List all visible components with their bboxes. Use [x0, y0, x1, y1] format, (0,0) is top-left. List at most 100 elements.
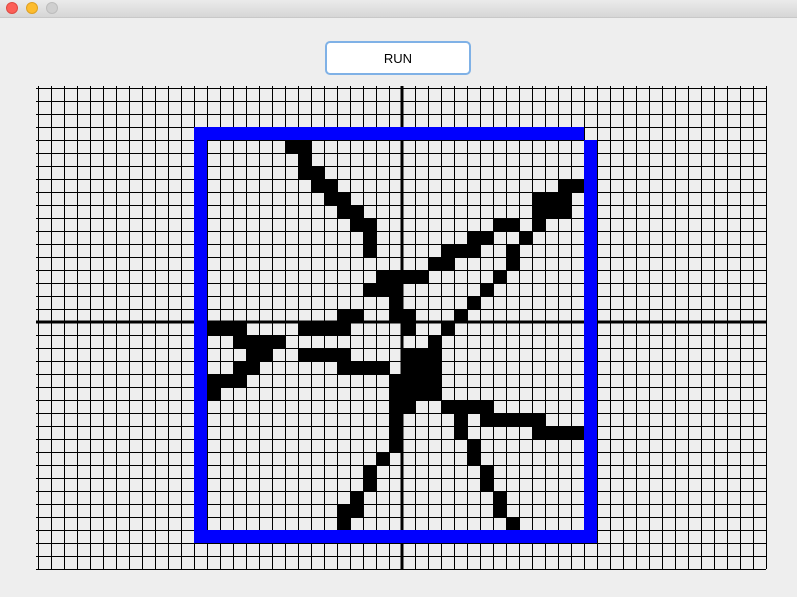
filled-cell — [532, 192, 545, 205]
filled-cell — [363, 465, 376, 478]
filled-cell — [389, 439, 402, 452]
minimize-window-icon[interactable] — [26, 2, 38, 14]
filled-cell — [402, 322, 415, 335]
filled-cell — [467, 400, 480, 413]
filled-cell — [376, 452, 389, 465]
filled-cell — [298, 153, 311, 166]
filled-cell — [259, 348, 272, 361]
filled-cell — [337, 348, 350, 361]
border-right — [584, 140, 597, 543]
filled-cell — [389, 387, 402, 400]
filled-cell — [493, 504, 506, 517]
filled-cell — [415, 348, 428, 361]
filled-cell — [220, 322, 233, 335]
filled-cell — [389, 296, 402, 309]
filled-cell — [337, 192, 350, 205]
filled-cell — [519, 231, 532, 244]
filled-cell — [233, 322, 246, 335]
filled-cell — [389, 400, 402, 413]
filled-cell — [285, 140, 298, 153]
filled-cell — [246, 348, 259, 361]
filled-cell — [337, 361, 350, 374]
filled-cell — [493, 491, 506, 504]
maximize-window-icon[interactable] — [46, 2, 58, 14]
filled-cell — [350, 504, 363, 517]
filled-cell — [441, 322, 454, 335]
filled-cell — [532, 205, 545, 218]
filled-cell — [545, 426, 558, 439]
filled-cell — [558, 426, 571, 439]
filled-cell — [337, 205, 350, 218]
filled-cell — [324, 322, 337, 335]
filled-cell — [337, 309, 350, 322]
filled-cell — [467, 296, 480, 309]
filled-cell — [415, 361, 428, 374]
filled-cell — [311, 348, 324, 361]
filled-cell — [246, 361, 259, 374]
filled-cell — [545, 192, 558, 205]
filled-cell — [506, 218, 519, 231]
filled-cell — [428, 374, 441, 387]
filled-cell — [389, 413, 402, 426]
filled-cell — [480, 478, 493, 491]
filled-cell — [415, 374, 428, 387]
filled-cell — [480, 413, 493, 426]
filled-cell — [441, 244, 454, 257]
filled-cell — [467, 452, 480, 465]
filled-cell — [389, 426, 402, 439]
filled-cell — [480, 400, 493, 413]
filled-cell — [376, 283, 389, 296]
filled-cell — [428, 348, 441, 361]
filled-cell — [389, 374, 402, 387]
filled-cell — [298, 166, 311, 179]
filled-cell — [558, 179, 571, 192]
filled-cell — [298, 348, 311, 361]
filled-cell — [558, 192, 571, 205]
filled-cell — [428, 335, 441, 348]
filled-cell — [506, 517, 519, 530]
filled-cell — [480, 283, 493, 296]
filled-cell — [350, 491, 363, 504]
filled-cell — [363, 218, 376, 231]
filled-cell — [207, 374, 220, 387]
filled-cell — [220, 374, 233, 387]
filled-cell — [337, 504, 350, 517]
filled-cell — [402, 348, 415, 361]
filled-cell — [493, 218, 506, 231]
filled-cell — [207, 387, 220, 400]
filled-cell — [506, 413, 519, 426]
filled-cell — [402, 400, 415, 413]
border-bottom — [194, 530, 597, 543]
filled-cell — [571, 179, 584, 192]
filled-cell — [324, 179, 337, 192]
filled-cell — [480, 231, 493, 244]
filled-cell — [454, 309, 467, 322]
close-window-icon[interactable] — [6, 2, 18, 14]
filled-cell — [428, 361, 441, 374]
filled-cell — [402, 374, 415, 387]
filled-cell — [376, 361, 389, 374]
filled-cell — [506, 244, 519, 257]
grid-canvas[interactable] — [0, 18, 797, 597]
filled-cell — [441, 257, 454, 270]
filled-cell — [467, 439, 480, 452]
filled-cell — [207, 322, 220, 335]
filled-cell — [454, 413, 467, 426]
filled-cell — [233, 335, 246, 348]
filled-cell — [298, 322, 311, 335]
filled-cell — [311, 166, 324, 179]
filled-cell — [532, 218, 545, 231]
filled-cell — [506, 257, 519, 270]
filled-cell — [350, 309, 363, 322]
filled-cell — [532, 426, 545, 439]
filled-cell — [363, 231, 376, 244]
filled-cell — [337, 322, 350, 335]
filled-cell — [389, 309, 402, 322]
filled-cell — [389, 270, 402, 283]
filled-cell — [311, 322, 324, 335]
filled-cell — [545, 205, 558, 218]
filled-cell — [350, 218, 363, 231]
filled-cell — [532, 413, 545, 426]
window-content: RUN — [0, 18, 797, 597]
filled-cell — [415, 387, 428, 400]
